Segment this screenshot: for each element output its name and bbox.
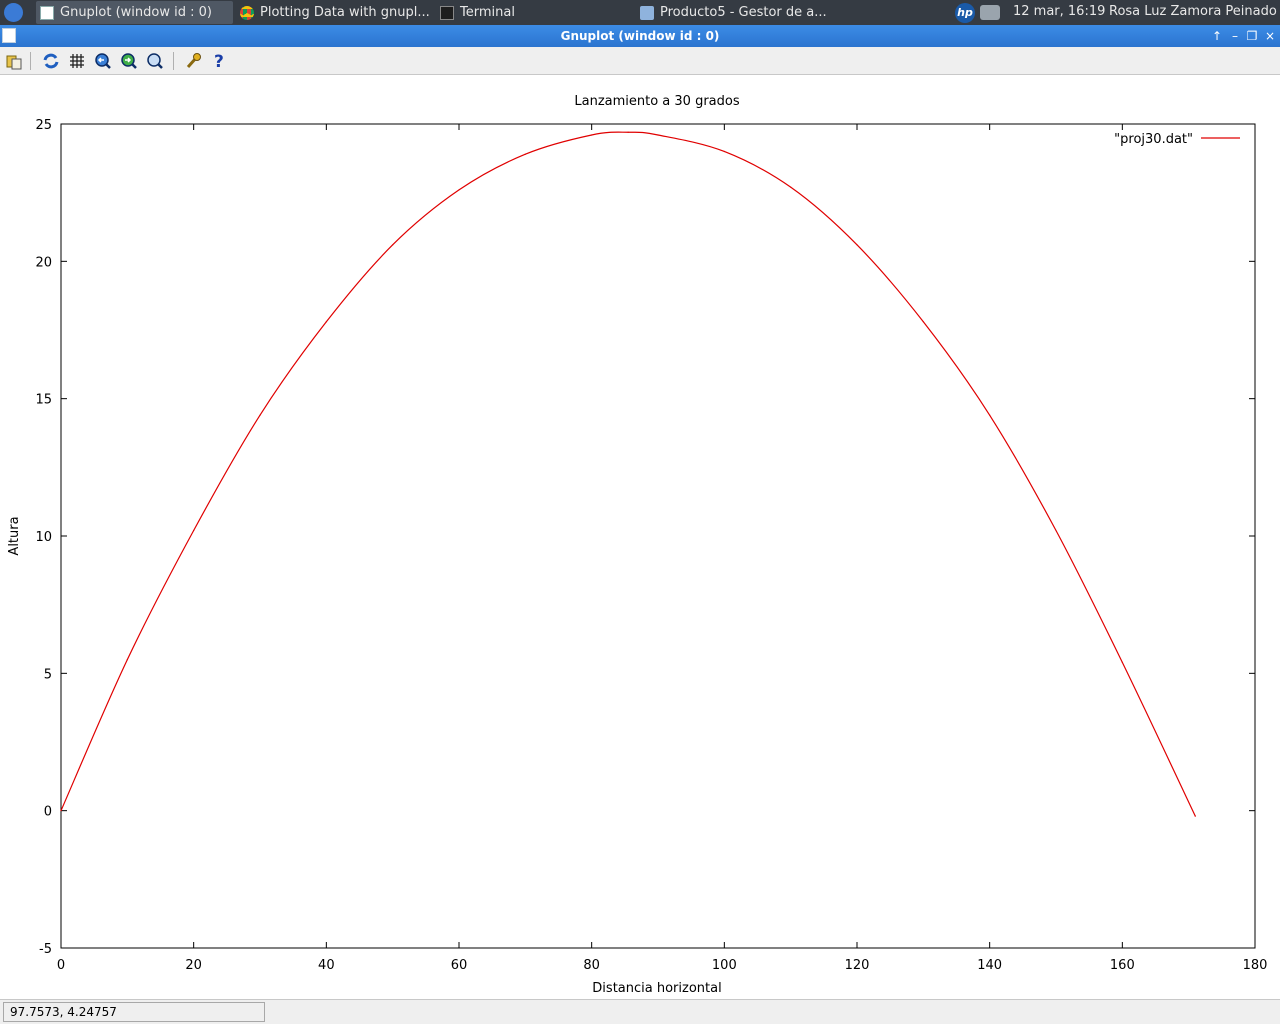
data-point bbox=[723, 150, 725, 153]
data-point bbox=[126, 659, 128, 661]
x-tick-label: 180 bbox=[1243, 958, 1268, 973]
data-point bbox=[524, 153, 526, 155]
data-point bbox=[259, 414, 261, 416]
chrome-icon bbox=[240, 5, 254, 20]
autoscale-icon[interactable] bbox=[145, 51, 165, 71]
toolbar-separator bbox=[173, 52, 174, 70]
network-icon[interactable] bbox=[980, 5, 1000, 20]
x-tick-label: 0 bbox=[57, 958, 65, 973]
x-tick-label: 120 bbox=[845, 958, 870, 973]
task-file-manager[interactable]: Producto5 - Gestor de a... bbox=[636, 1, 834, 24]
y-tick-label: 15 bbox=[35, 393, 52, 408]
y-tick-label: 5 bbox=[44, 667, 52, 682]
x-tick-label: 140 bbox=[977, 958, 1002, 973]
data-point bbox=[989, 414, 991, 416]
replot-icon[interactable] bbox=[41, 51, 61, 71]
task-gnuplot[interactable]: Gnuplot (window id : 0) bbox=[36, 1, 233, 24]
x-axis-label: Distancia horizontal bbox=[592, 981, 721, 996]
window-titlebar[interactable]: Gnuplot (window id : 0) ↑ – ❐ × bbox=[0, 25, 1280, 47]
data-point bbox=[1194, 815, 1196, 817]
user-name[interactable]: Rosa Luz Zamora Peinado bbox=[1109, 4, 1277, 19]
grid-icon[interactable] bbox=[67, 51, 87, 71]
x-tick-label: 80 bbox=[583, 958, 600, 973]
data-point bbox=[922, 321, 924, 323]
task-chrome[interactable]: Plotting Data with gnupl... bbox=[236, 1, 434, 24]
svg-text:?: ? bbox=[214, 52, 224, 71]
data-point bbox=[591, 134, 593, 136]
clock[interactable]: 12 mar, 16:19 bbox=[1013, 4, 1105, 19]
x-tick-label: 40 bbox=[318, 958, 335, 973]
status-bar: 97.7573, 4.24757 bbox=[0, 999, 1280, 1024]
hp-icon[interactable]: hp bbox=[955, 3, 975, 23]
legend-label: "proj30.dat" bbox=[1114, 132, 1193, 147]
data-point bbox=[60, 810, 62, 812]
data-point bbox=[856, 244, 858, 246]
data-point bbox=[627, 131, 629, 133]
y-tick-label: 0 bbox=[44, 805, 52, 820]
minimize-icon[interactable]: – bbox=[1228, 28, 1242, 44]
task-terminal[interactable]: Terminal bbox=[436, 1, 632, 24]
task-label: Terminal bbox=[460, 5, 515, 20]
x-tick-label: 20 bbox=[185, 958, 202, 973]
keep-above-icon[interactable]: ↑ bbox=[1210, 28, 1224, 44]
data-point bbox=[325, 321, 327, 323]
zoom-next-icon[interactable] bbox=[119, 51, 139, 71]
zoom-previous-icon[interactable] bbox=[93, 51, 113, 71]
series-line bbox=[60, 131, 1196, 817]
copy-icon[interactable] bbox=[4, 51, 24, 71]
help-icon[interactable]: ? bbox=[209, 51, 229, 72]
data-point bbox=[1121, 661, 1123, 663]
window-title: Gnuplot (window id : 0) bbox=[560, 29, 720, 43]
task-label: Producto5 - Gestor de a... bbox=[660, 5, 827, 20]
data-point bbox=[458, 189, 460, 191]
folder-icon bbox=[640, 5, 654, 20]
data-point bbox=[392, 244, 394, 246]
data-point bbox=[657, 134, 659, 136]
y-tick-label: 10 bbox=[35, 530, 52, 545]
menu-icon[interactable] bbox=[4, 3, 23, 22]
plot-canvas[interactable]: Lanzamiento a 30 grados 0 20 40 60 80 100 120 1… bbox=[0, 75, 1280, 997]
y-tick-label: 25 bbox=[35, 118, 52, 133]
close-icon[interactable]: × bbox=[1263, 28, 1277, 44]
y-axis-label: Altura bbox=[7, 516, 22, 555]
gnuplot-icon bbox=[40, 5, 54, 20]
x-tick-label: 100 bbox=[712, 958, 737, 973]
y-tick-label: 20 bbox=[35, 255, 52, 270]
data-point bbox=[1055, 529, 1057, 532]
maximize-icon[interactable]: ❐ bbox=[1245, 28, 1259, 44]
x-tick-label: 160 bbox=[1110, 958, 1135, 973]
task-label: Gnuplot (window id : 0) bbox=[60, 5, 212, 20]
options-icon[interactable] bbox=[183, 51, 203, 71]
y-tick-label: -5 bbox=[39, 942, 52, 957]
plot-frame bbox=[60, 123, 1256, 949]
toolbar: ? bbox=[0, 47, 1280, 75]
taskbar: Gnuplot (window id : 0) Plotting Data wi… bbox=[0, 0, 1280, 25]
toolbar-separator bbox=[30, 52, 31, 70]
chart[interactable]: Lanzamiento a 30 grados 0 20 40 60 80 100 120 1… bbox=[0, 75, 1280, 997]
mouse-coordinates: 97.7573, 4.24757 bbox=[3, 1002, 265, 1022]
terminal-icon bbox=[440, 5, 454, 20]
chart-title: Lanzamiento a 30 grados bbox=[574, 94, 739, 109]
data-point bbox=[790, 186, 792, 188]
data-point bbox=[193, 529, 195, 532]
task-label: Plotting Data with gnupl... bbox=[260, 5, 430, 20]
x-tick-label: 60 bbox=[451, 958, 468, 973]
